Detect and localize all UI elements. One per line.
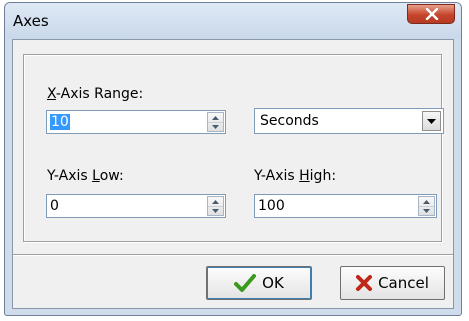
spin-down-icon[interactable]	[208, 206, 223, 215]
y-axis-high-value[interactable]: 100	[258, 198, 285, 214]
checkmark-icon	[234, 274, 257, 292]
x-axis-range-label: X-Axis Range:	[47, 86, 144, 102]
axes-dialog: Axes X-Axis Range: 10 Seconds Y-Axis Low…	[4, 2, 462, 316]
y-axis-high-label: Y-Axis High:	[254, 168, 337, 184]
y-axis-low-spinner[interactable]: 0	[46, 194, 226, 218]
spin-down-icon[interactable]	[419, 206, 434, 215]
y-axis-low-spin-buttons[interactable]	[207, 196, 224, 216]
x-axis-range-value[interactable]: 10	[50, 114, 70, 130]
dialog-body: X-Axis Range: 10 Seconds Y-Axis Low: 0 Y…	[12, 39, 454, 309]
ok-button-label: OK	[262, 274, 284, 292]
cancel-button-label: Cancel	[378, 274, 429, 292]
spin-down-icon[interactable]	[208, 122, 223, 131]
x-axis-range-spin-buttons[interactable]	[207, 112, 224, 132]
chevron-down-icon[interactable]	[422, 111, 441, 131]
button-separator	[13, 254, 453, 256]
close-button[interactable]	[407, 4, 455, 24]
x-axis-unit-value: Seconds	[260, 113, 319, 129]
title-bar: Axes	[5, 3, 461, 39]
cross-icon	[356, 275, 373, 291]
ok-button[interactable]: OK	[206, 266, 312, 300]
y-axis-high-spinner[interactable]: 100	[254, 194, 437, 218]
cancel-button[interactable]: Cancel	[340, 266, 445, 300]
x-axis-unit-dropdown[interactable]: Seconds	[254, 108, 444, 134]
close-icon	[425, 8, 439, 20]
y-axis-high-spin-buttons[interactable]	[418, 196, 435, 216]
y-axis-low-label: Y-Axis Low:	[47, 168, 124, 184]
window-title: Axes	[13, 12, 49, 30]
x-axis-range-spinner[interactable]: 10	[46, 110, 226, 134]
y-axis-low-value[interactable]: 0	[50, 198, 59, 214]
